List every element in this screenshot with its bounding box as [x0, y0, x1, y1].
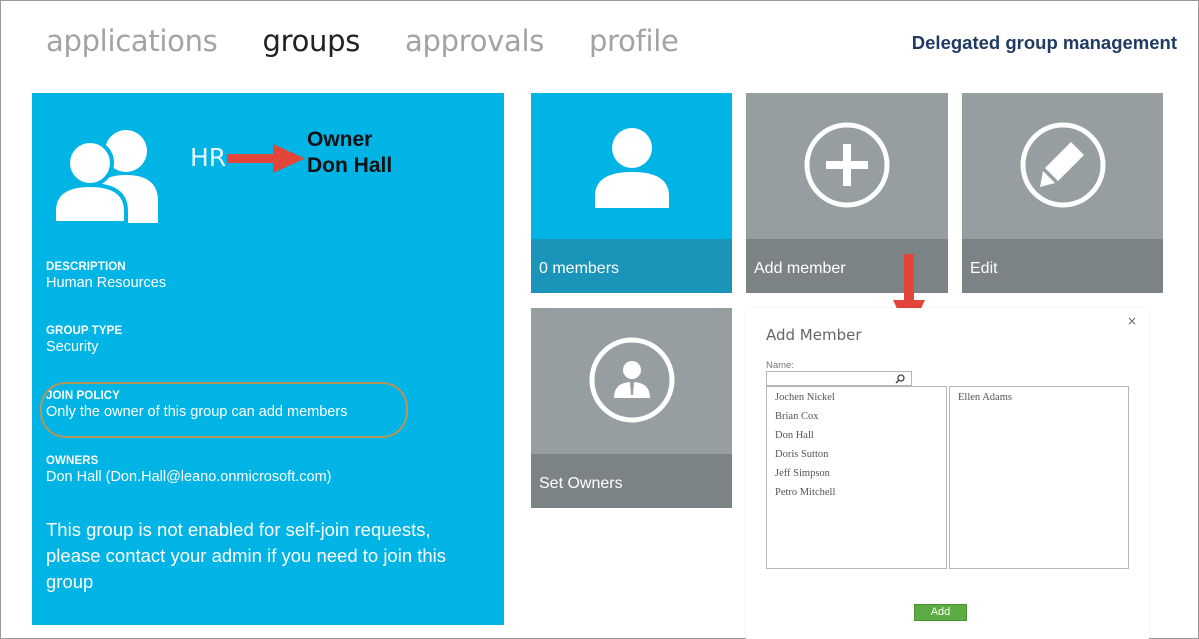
- tab-profile[interactable]: profile: [589, 24, 679, 58]
- owners-field: OWNERS Don Hall (Don.Hall@leano.onmicros…: [46, 455, 332, 485]
- search-icon[interactable]: [895, 374, 905, 384]
- set-owners-label: Set Owners: [531, 454, 732, 508]
- name-label: Name:: [766, 360, 794, 371]
- user-item[interactable]: Don Hall: [767, 426, 946, 445]
- edit-tile[interactable]: Edit: [962, 93, 1163, 293]
- owner-circle-icon: [589, 337, 674, 423]
- pencil-circle-icon: [1020, 122, 1105, 208]
- user-item[interactable]: Petro Mitchell: [767, 483, 946, 502]
- members-tile[interactable]: 0 members: [531, 93, 732, 293]
- group-name: HR: [190, 143, 227, 172]
- top-nav: applications groups approvals profile: [46, 24, 724, 64]
- tab-approvals[interactable]: approvals: [405, 24, 544, 58]
- group-icon: [52, 130, 158, 223]
- description-label: DESCRIPTION: [46, 261, 126, 273]
- owner-annotation: Owner Don Hall: [307, 127, 392, 179]
- close-icon[interactable]: ×: [1127, 314, 1137, 328]
- user-item[interactable]: Jochen Nickel: [767, 388, 946, 407]
- description-field: DESCRIPTION Human Resources: [46, 261, 166, 291]
- name-search-input[interactable]: [766, 371, 912, 386]
- plus-circle-icon: [804, 122, 890, 208]
- user-item[interactable]: Brian Cox: [767, 407, 946, 426]
- join-policy-field: JOIN POLICY Only the owner of this group…: [40, 382, 408, 438]
- dialog-title: Add Member: [766, 326, 862, 344]
- join-policy-highlight: [40, 382, 408, 438]
- selected-user-item[interactable]: Ellen Adams: [950, 388, 1128, 407]
- annotation-arrow-icon: [227, 144, 305, 173]
- owners-value: Don Hall (Don.Hall@leano.onmicrosoft.com…: [46, 469, 332, 485]
- page-heading: Delegated group management: [911, 32, 1177, 53]
- group-type-label: GROUP TYPE: [46, 325, 123, 337]
- members-count: 0 members: [531, 239, 732, 293]
- available-users-list[interactable]: Jochen Nickel Brian Cox Don Hall Doris S…: [766, 386, 947, 569]
- tab-groups[interactable]: groups: [262, 24, 360, 58]
- user-item[interactable]: Doris Sutton: [767, 445, 946, 464]
- group-type-field: GROUP TYPE Security: [46, 325, 122, 355]
- user-item[interactable]: Jeff Simpson: [767, 464, 946, 483]
- self-join-notice: This group is not enabled for self-join …: [46, 519, 447, 592]
- set-owners-tile[interactable]: Set Owners: [531, 308, 732, 508]
- owner-annotation-name: Don Hall: [307, 154, 393, 177]
- add-button[interactable]: Add: [914, 604, 967, 621]
- tab-applications[interactable]: applications: [46, 24, 218, 58]
- owners-label: OWNERS: [46, 455, 99, 467]
- add-member-dialog: Add Member × Name: Jochen Nickel Brian C…: [746, 308, 1149, 639]
- owner-annotation-title: Owner: [307, 128, 373, 151]
- group-detail-tile: HR Owner Don Hall DESCRIPTION Human Reso…: [32, 93, 504, 625]
- edit-label: Edit: [962, 239, 1163, 293]
- group-type-value: Security: [46, 339, 99, 355]
- selected-users-list[interactable]: Ellen Adams: [949, 386, 1129, 569]
- description-value: Human Resources: [46, 275, 167, 291]
- person-icon: [594, 128, 669, 208]
